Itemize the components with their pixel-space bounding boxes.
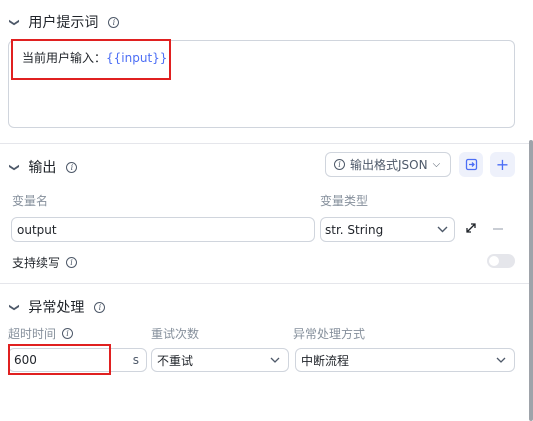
output-format-button[interactable]: i 输出格式JSON ⌵ (325, 152, 451, 177)
info-icon[interactable]: i (66, 161, 78, 173)
retry-value: 不重试 (157, 353, 194, 368)
prompt-section-header[interactable]: ❯ 用户提示词 i (9, 12, 120, 32)
exception-section-title: 异常处理 (28, 300, 85, 316)
remove-icon[interactable] (493, 228, 503, 230)
output-format-label: 输出格式JSON (350, 158, 428, 172)
streaming-row: 支持续写 i (12, 254, 78, 271)
method-label: 异常处理方式 (293, 327, 366, 341)
chevron-down-icon: ⌵ (432, 159, 441, 170)
streaming-label: 支持续写 (12, 256, 61, 270)
divider (0, 283, 533, 284)
chevron-down-icon[interactable]: ❯ (9, 163, 20, 171)
chevron-down-icon (437, 226, 448, 233)
info-icon: i (334, 159, 345, 170)
plus-icon: + (495, 155, 510, 174)
expand-icon[interactable] (465, 222, 477, 237)
import-button[interactable] (459, 152, 483, 177)
output-section-header[interactable]: ❯ 输出 i (9, 157, 78, 177)
timeout-header: 超时时间 i (8, 325, 74, 342)
info-icon[interactable]: i (62, 328, 74, 339)
exception-section-header[interactable]: ❯ 异常处理 i (9, 297, 106, 317)
timeout-label: 超时时间 (8, 327, 57, 341)
import-icon (465, 158, 477, 171)
chevron-down-icon (496, 357, 506, 363)
streaming-toggle[interactable] (487, 254, 515, 268)
info-icon[interactable]: i (66, 257, 78, 268)
method-value: 中断流程 (301, 353, 350, 368)
prompt-section-title: 用户提示词 (28, 15, 99, 31)
chevron-down-icon (270, 357, 280, 363)
add-button[interactable]: + (490, 152, 515, 177)
scrollbar[interactable] (529, 140, 533, 421)
output-section-title: 输出 (28, 160, 57, 176)
var-name-input[interactable]: output (11, 217, 315, 242)
var-type-value: str. String (325, 222, 384, 237)
info-icon[interactable]: i (108, 16, 120, 28)
chevron-down-icon[interactable]: ❯ (9, 18, 20, 26)
var-name-value: output (17, 222, 57, 237)
var-type-header: 变量类型 (320, 194, 369, 208)
highlight-box (11, 39, 171, 80)
divider (0, 143, 533, 144)
retry-select[interactable]: 不重试 (151, 348, 289, 372)
retry-label: 重试次数 (151, 327, 200, 341)
timeout-unit: s (132, 353, 139, 367)
var-type-select[interactable]: str. String (320, 217, 455, 242)
method-select[interactable]: 中断流程 (295, 348, 515, 372)
info-icon[interactable]: i (94, 301, 106, 313)
chevron-down-icon[interactable]: ❯ (9, 303, 20, 311)
var-name-header: 变量名 (12, 194, 49, 208)
highlight-box (8, 344, 111, 375)
